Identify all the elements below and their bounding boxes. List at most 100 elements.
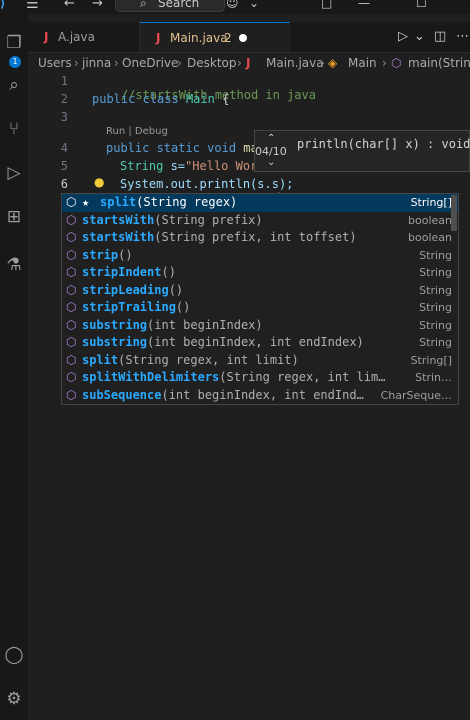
suggestion-item[interactable]: ⬡ subSequence(int beginIndex, int endInd… bbox=[62, 387, 458, 405]
testing-icon[interactable]: ⚗ bbox=[0, 252, 28, 278]
back-arrow-icon[interactable]: ← bbox=[64, 0, 75, 11]
keyword: public static void bbox=[106, 141, 237, 155]
suggestion-item[interactable]: ⬡ ★ split(String regex) String[] bbox=[62, 194, 458, 212]
explorer-icon[interactable]: ❐ bbox=[0, 30, 28, 56]
suggestion-params: (String prefix, int toffset) bbox=[154, 230, 357, 244]
search-sidebar-icon[interactable]: ⌕ bbox=[0, 72, 28, 98]
chevron-right-icon: › bbox=[237, 56, 242, 70]
return-type: String bbox=[419, 318, 452, 332]
code-line-5: String s="Hello Wor bbox=[120, 159, 257, 173]
forward-arrow-icon[interactable]: → bbox=[92, 0, 103, 11]
return-type: String bbox=[419, 336, 452, 349]
return-type: CharSeque… bbox=[380, 388, 452, 402]
chevron-down-icon[interactable]: ⌄ bbox=[267, 157, 275, 168]
breadcrumb-item[interactable]: Main bbox=[348, 56, 377, 70]
split-editor-icon[interactable]: ◫ bbox=[434, 22, 446, 52]
return-type: String[] bbox=[410, 353, 452, 367]
run-debug-icon[interactable]: ▷ bbox=[0, 160, 28, 186]
breadcrumb-item[interactable]: Desktop bbox=[187, 56, 237, 70]
source-control-icon[interactable]: ⑂ bbox=[0, 116, 28, 142]
method-icon: ⬡ bbox=[66, 370, 77, 384]
tab-a-java[interactable]: J A.java bbox=[28, 22, 140, 52]
lightbulb-icon[interactable]: ● bbox=[94, 175, 104, 189]
method-icon: ⬡ bbox=[66, 195, 77, 209]
suggestion-params: (String regex, int lim… bbox=[219, 370, 386, 384]
statement: System.out.println(s.s); bbox=[120, 177, 294, 191]
more-actions-icon[interactable]: ⋯ bbox=[456, 22, 469, 52]
suggestion-name: substring bbox=[82, 335, 148, 349]
return-type: String bbox=[419, 248, 452, 262]
copilot-icon[interactable]: ☺ bbox=[226, 0, 239, 10]
minimize-icon[interactable]: — bbox=[358, 0, 370, 10]
suggestion-name: subSequence bbox=[82, 387, 162, 402]
signature-text: println(char[] x) : void bbox=[297, 137, 470, 151]
class-icon: ◈ bbox=[328, 56, 338, 70]
suggestion-item[interactable]: ⬡ substring(int beginIndex) String bbox=[62, 317, 458, 335]
suggestion-params: (int beginIndex) bbox=[147, 317, 263, 332]
suggestion-params: () bbox=[168, 282, 184, 297]
method-icon: ⬡ bbox=[66, 265, 77, 279]
return-type: String[] bbox=[410, 196, 452, 209]
suggestion-params: (String prefix) bbox=[154, 212, 263, 227]
suggestion-params: () bbox=[118, 247, 133, 262]
suggestion-item[interactable]: ⬡ stripIndent() String bbox=[62, 264, 458, 282]
tab-main-java[interactable]: J Main.java 2 bbox=[140, 22, 290, 52]
suggestion-name: stripLeading bbox=[82, 282, 169, 297]
line-number: 2 bbox=[60, 92, 68, 106]
suggestion-label: split(String regex, int limit) bbox=[82, 353, 299, 367]
string-literal: "Hello Wor bbox=[185, 159, 258, 173]
title-bar: ⟩ ☰ ← → ⌕ Search ☺ ⌄ □ — ☐ bbox=[0, 0, 470, 14]
suggestion-params: () bbox=[175, 300, 191, 314]
line-number: 4 bbox=[60, 141, 68, 155]
suggestion-name: strip bbox=[82, 247, 119, 262]
suggestion-name: splitWithDelimiters bbox=[82, 370, 220, 384]
breadcrumb-item[interactable]: Users bbox=[38, 56, 72, 70]
method-icon: ⬡ bbox=[66, 352, 77, 367]
suggestion-item[interactable]: ⬡ strip() String bbox=[62, 247, 458, 265]
return-type: Strin… bbox=[415, 371, 452, 384]
class-name: Main bbox=[185, 92, 215, 106]
run-icon[interactable]: ▷ bbox=[398, 22, 408, 52]
suggestion-item[interactable]: ⬡ splitWithDelimiters(String regex, int … bbox=[62, 369, 458, 387]
codelens-run-debug[interactable]: Run | Debug bbox=[106, 126, 168, 137]
java-file-icon: J bbox=[44, 30, 49, 44]
settings-gear-icon[interactable]: ⚙ bbox=[0, 686, 28, 712]
accounts-icon[interactable]: ◯ bbox=[0, 642, 28, 668]
suggestion-item[interactable]: ⬡ stripTrailing() String bbox=[62, 299, 458, 317]
breadcrumb-item[interactable]: OneDrive bbox=[122, 56, 178, 70]
extensions-icon[interactable]: ⊞ bbox=[0, 204, 28, 230]
breadcrumb-item[interactable]: main(String[] bbox=[408, 56, 470, 70]
suggestion-label: startsWith(String prefix, int toffset) bbox=[82, 230, 357, 244]
tab-label: Main.java bbox=[170, 31, 228, 45]
suggestion-item[interactable]: ⬡ startsWith(String prefix, int toffset)… bbox=[62, 229, 458, 247]
suggestion-item[interactable]: ⬡ startsWith(String prefix) boolean bbox=[62, 212, 458, 230]
suggestion-item[interactable]: ⬡ substring(int beginIndex, int endIndex… bbox=[62, 334, 458, 352]
code-line-2: public class Main { bbox=[92, 92, 229, 106]
chevron-right-icon: › bbox=[74, 56, 79, 70]
line-number: 6 bbox=[60, 177, 68, 191]
return-type: String bbox=[419, 266, 452, 279]
menu-icon[interactable]: ☰ bbox=[26, 0, 39, 12]
return-type: boolean bbox=[408, 213, 452, 227]
suggestion-label: subSequence(int beginIndex, int endInd… bbox=[82, 388, 364, 402]
suggestion-label: stripIndent() bbox=[82, 265, 176, 279]
chevron-up-icon[interactable]: ⌃ bbox=[267, 133, 275, 144]
star-icon: ★ bbox=[82, 195, 90, 209]
chevron-right-icon: › bbox=[114, 56, 119, 70]
suggestion-params: (String regex) bbox=[136, 195, 238, 209]
activity-bar: ❐ 1 ⌕ ⑂ ▷ ⊞ ⚗ ◯ ⚙ bbox=[0, 14, 28, 720]
run-options-chevron-icon[interactable]: ⌄ bbox=[414, 22, 425, 52]
unsaved-dot-icon[interactable] bbox=[239, 34, 247, 42]
maximize-icon[interactable]: ☐ bbox=[416, 0, 427, 10]
layout-icon[interactable]: □ bbox=[321, 0, 332, 10]
suggestion-list: ⬡ ★ split(String regex) String[] ⬡ start… bbox=[61, 193, 459, 405]
suggestion-label: substring(int beginIndex, int endIndex) bbox=[82, 335, 364, 349]
command-center-search[interactable]: ⌕ Search bbox=[115, 0, 225, 12]
breadcrumb-item[interactable]: Main.java bbox=[266, 56, 324, 70]
chevron-down-icon[interactable]: ⌄ bbox=[249, 0, 259, 10]
suggestion-scrollbar[interactable] bbox=[451, 195, 457, 231]
suggestion-item[interactable]: ⬡ stripLeading() String bbox=[62, 282, 458, 300]
code-line-4: public static void ma bbox=[106, 141, 258, 155]
breadcrumb-item[interactable]: jinna bbox=[82, 56, 111, 70]
suggestion-item[interactable]: ⬡ split(String regex, int limit) String[… bbox=[62, 352, 458, 370]
